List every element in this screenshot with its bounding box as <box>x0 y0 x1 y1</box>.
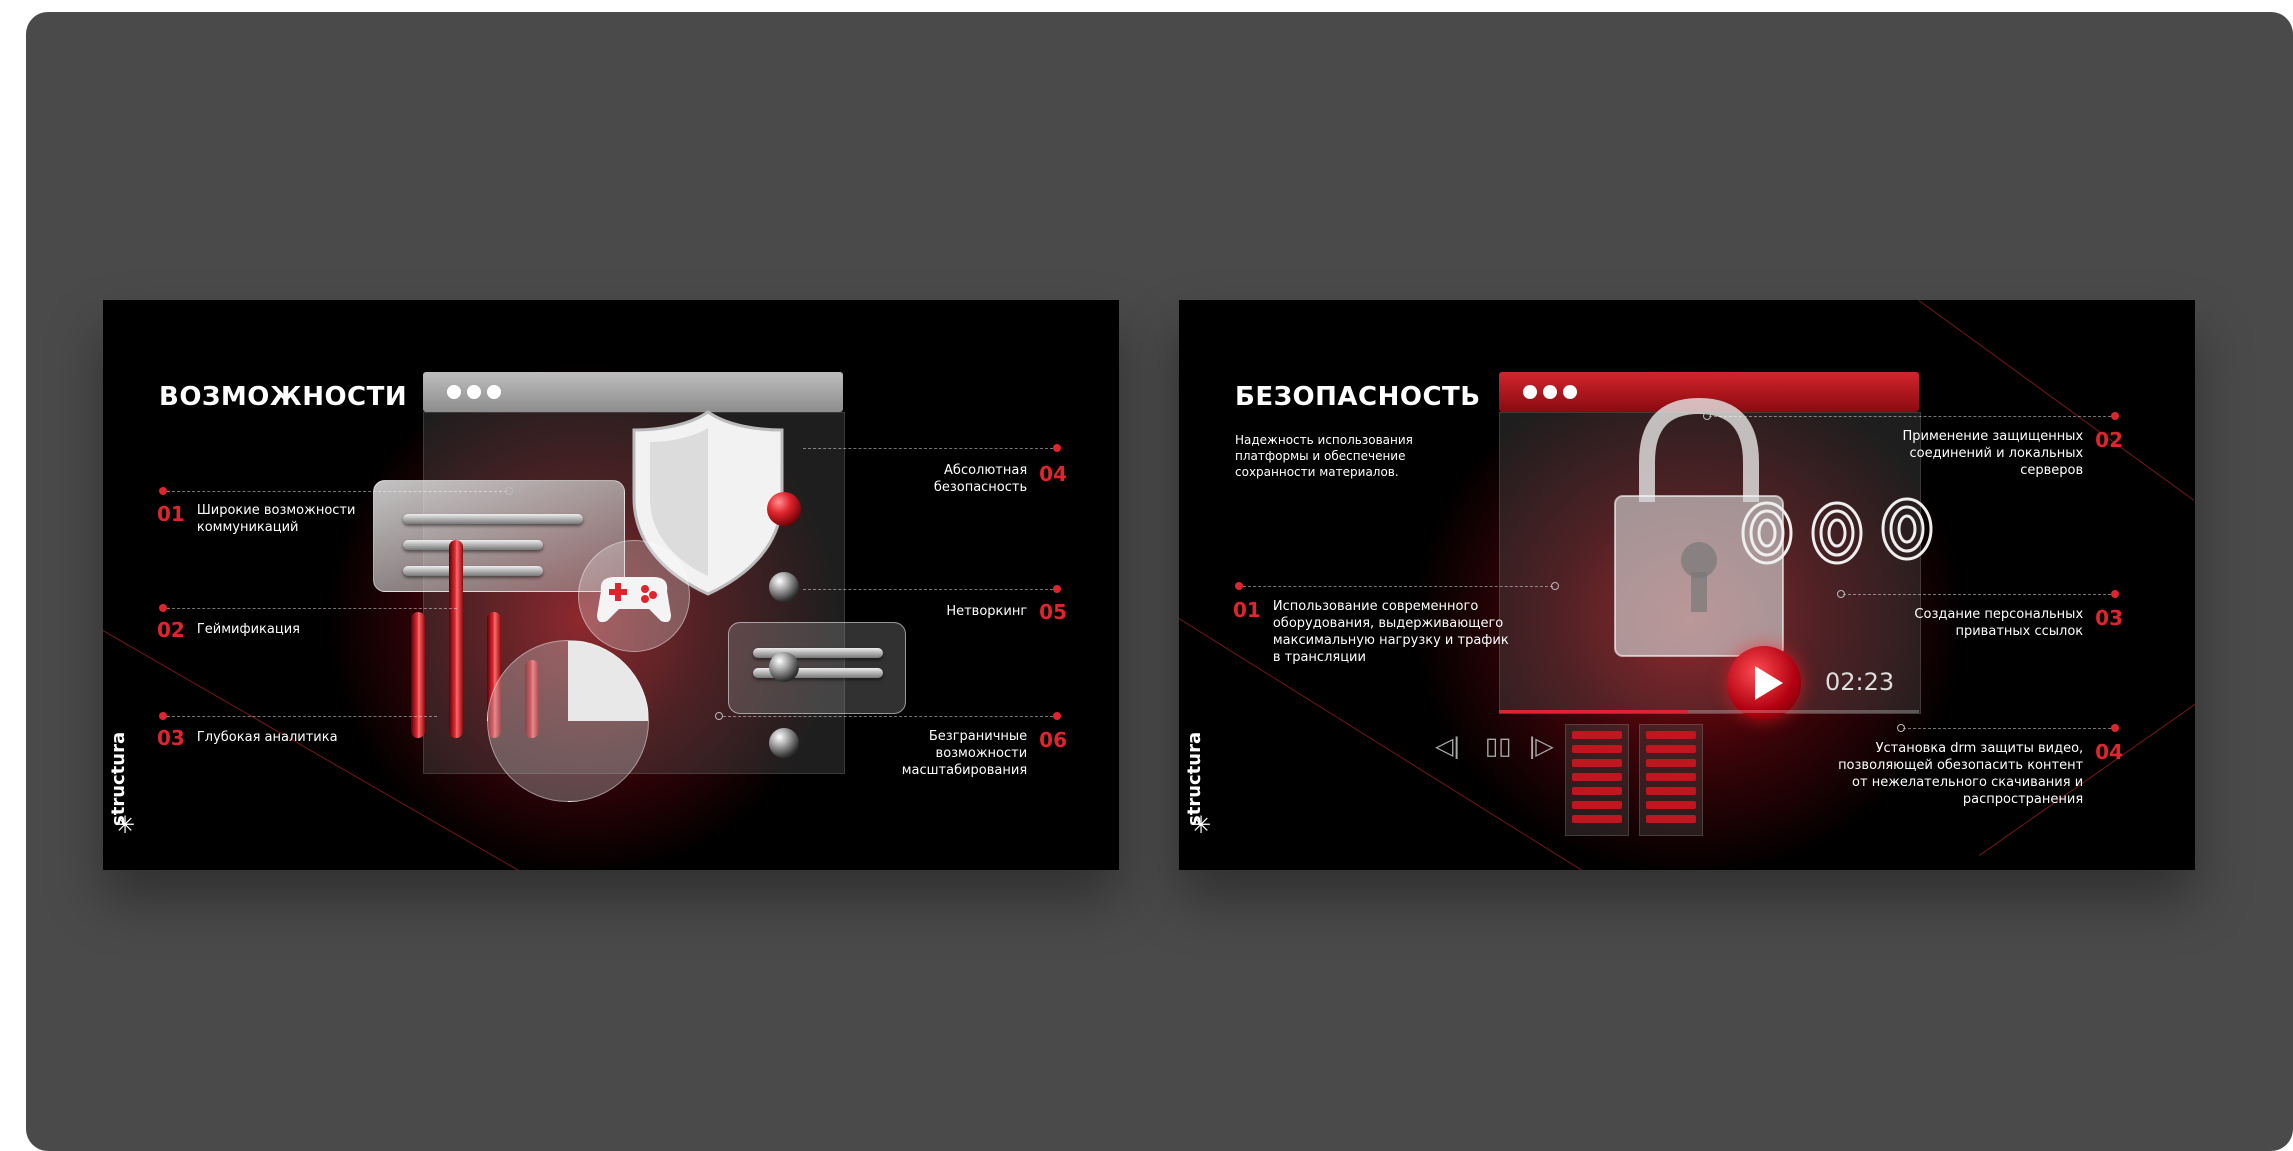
connector-line <box>1843 594 2111 595</box>
item-label: Широкие возможности коммуникаций <box>196 503 356 535</box>
connector-line <box>167 716 437 717</box>
security-item-01: 01 Использование современного оборудован… <box>1233 598 1513 666</box>
connector-line <box>167 491 507 492</box>
connector-line <box>803 589 1053 590</box>
item-number: 02 <box>157 618 185 642</box>
pie-chart-icon <box>487 640 649 802</box>
security-item-02: Применение защищенных соединений и локал… <box>1893 428 2123 479</box>
text-line <box>403 514 583 524</box>
marker-dot <box>159 604 167 612</box>
marker-dot <box>1053 712 1061 720</box>
marker-ring <box>1897 724 1905 732</box>
forward-icon[interactable]: |▷ <box>1529 732 1554 761</box>
slide-security: БЕЗОПАСНОСТЬ Надежность использования пл… <box>1179 300 2195 870</box>
item-number: 01 <box>1233 598 1261 622</box>
connector-line <box>1903 728 2111 729</box>
chrome-ball <box>769 652 799 682</box>
marker-dot <box>1053 585 1061 593</box>
feature-item-03: 03 Глубокая аналитика <box>157 726 338 750</box>
slide-features: ВОЗМОЖНОСТИ 01 Широкие возможности комму… <box>103 300 1119 870</box>
marker-ring <box>715 712 723 720</box>
item-label: Установка drm защиты видео, позволяющей … <box>1838 741 2084 807</box>
connector-line <box>723 716 1053 717</box>
marker-ring <box>1703 412 1711 420</box>
fingerprint-icon <box>1881 497 1933 561</box>
slide-title: ВОЗМОЖНОСТИ <box>159 382 408 412</box>
item-number: 03 <box>157 726 185 750</box>
red-ball <box>767 492 801 526</box>
feature-item-05: Нетворкинг 05 <box>946 600 1067 624</box>
feature-item-02: 02 Геймификация <box>157 618 300 642</box>
item-number: 03 <box>2095 606 2123 630</box>
chart-bar <box>449 540 463 738</box>
item-number: 04 <box>2095 740 2123 764</box>
item-label: Использование современного оборудования,… <box>1272 599 1509 665</box>
slide-intro: Надежность использования платформы и обе… <box>1235 433 1413 479</box>
item-label: Глубокая аналитика <box>196 730 338 745</box>
connector-line <box>1243 586 1553 587</box>
fingerprint-icon <box>1811 501 1863 565</box>
marker-dot <box>2111 412 2119 420</box>
brand-star-icon: ✳ <box>1191 812 1212 839</box>
rewind-icon[interactable]: ◁| <box>1435 732 1460 761</box>
chrome-ball <box>769 728 799 758</box>
feature-item-04: Абсолютная безопасность 04 <box>927 462 1067 496</box>
item-label: Абсолютная безопасность <box>933 463 1028 495</box>
item-label: Применение защищенных соединений и локал… <box>1902 429 2084 478</box>
server-rack-icon <box>1565 724 1629 836</box>
connector-line <box>1709 416 2111 417</box>
marker-dot <box>159 487 167 495</box>
security-item-03: Создание персональных приватных ссылок 0… <box>1893 606 2123 640</box>
item-number: 02 <box>2095 428 2123 452</box>
item-label: Безграничные возможности масштабирования <box>901 729 1028 778</box>
brand-star-icon: ✳ <box>115 812 136 839</box>
marker-ring <box>505 487 513 495</box>
item-label: Создание персональных приватных ссылок <box>1914 607 2084 639</box>
item-label: Геймификация <box>196 622 300 637</box>
item-number: 06 <box>1039 728 1067 752</box>
marker-dot <box>1235 582 1243 590</box>
chrome-ball <box>769 572 799 602</box>
text-line <box>403 540 543 550</box>
server-rack-icon <box>1639 724 1703 836</box>
feature-item-06: Безграничные возможности масштабирования… <box>887 728 1067 779</box>
video-time: 02:23 <box>1825 668 1895 696</box>
video-progress-bar[interactable] <box>1499 710 1919 713</box>
text-line <box>403 566 543 576</box>
security-item-04: Установка drm защиты видео, позволяющей … <box>1833 740 2123 808</box>
item-number: 04 <box>1039 462 1067 486</box>
connector-line <box>803 448 1053 449</box>
slide-title: БЕЗОПАСНОСТЬ <box>1235 382 1481 412</box>
gamepad-icon <box>578 540 690 652</box>
chart-bar <box>411 612 425 738</box>
pause-icon[interactable]: ▯▯ <box>1485 732 1511 761</box>
item-label: Нетворкинг <box>946 604 1028 619</box>
item-number: 05 <box>1039 600 1067 624</box>
presentation-canvas: ВОЗМОЖНОСТИ 01 Широкие возможности комму… <box>26 12 2293 1151</box>
marker-dot <box>2111 724 2119 732</box>
marker-dot <box>159 712 167 720</box>
play-button[interactable] <box>1727 646 1801 720</box>
marker-dot <box>1053 444 1061 452</box>
browser-window-bar <box>423 372 843 412</box>
item-number: 01 <box>157 502 185 526</box>
marker-ring <box>1837 590 1845 598</box>
feature-item-01: 01 Широкие возможности коммуникаций <box>157 502 372 536</box>
fingerprint-icon <box>1741 501 1793 565</box>
marker-ring <box>1551 582 1559 590</box>
marker-dot <box>2111 590 2119 598</box>
connector-line <box>167 608 457 609</box>
